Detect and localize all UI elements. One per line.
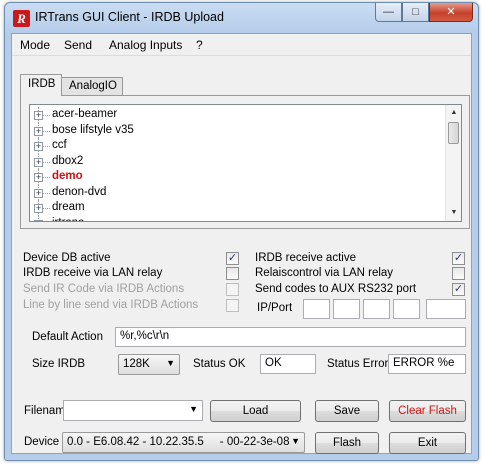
tab-irdb[interactable]: IRDB [20, 74, 62, 96]
client-area: Mode Send Analog Inputs ? IRDB AnalogIO … [11, 33, 472, 454]
chevron-down-icon: ▼ [291, 436, 300, 446]
menu-help[interactable]: ? [196, 38, 203, 52]
checkmark-icon: ✓ [453, 283, 464, 295]
status-error-label: Status Error [327, 358, 389, 370]
title-bar[interactable]: R IRTrans GUI Client - IRDB Upload — □ ✕ [5, 3, 478, 33]
minimize-button[interactable]: — [375, 3, 402, 22]
irdb-tab-panel: + acer-beamer + bose lifstyle v35 + ccf + db… [20, 95, 470, 229]
irtrans-logo-icon[interactable]: R [13, 10, 30, 27]
close-icon: ✕ [446, 6, 456, 18]
status-error-input[interactable]: ERROR %e [388, 354, 466, 374]
send-ir-code-checkbox[interactable] [226, 283, 239, 296]
checkmark-icon: ✓ [227, 252, 238, 264]
relaiscontrol-checkbox[interactable] [452, 267, 465, 280]
tree-item-selected[interactable]: + demo [30, 169, 445, 185]
expand-icon[interactable]: + [34, 173, 43, 182]
caption-buttons: — □ ✕ [375, 3, 473, 23]
send-codes-aux-label: Send codes to AUX RS232 port [255, 283, 417, 295]
default-action-input[interactable]: %r,%c\r\n [115, 327, 466, 347]
irdb-receive-active-label: IRDB receive active [255, 252, 356, 264]
tree-item[interactable]: + bose lifstyle v35 [30, 122, 445, 138]
status-ok-label: Status OK [193, 358, 246, 370]
checkmark-icon: ✓ [453, 252, 464, 264]
tree-item[interactable]: + dream [30, 200, 445, 216]
chevron-down-icon: ▼ [166, 358, 175, 368]
menu-send[interactable]: Send [64, 38, 92, 52]
clear-flash-button[interactable]: Clear Flash [389, 400, 466, 422]
chevron-down-icon: ▼ [189, 404, 198, 414]
filename-dropdown[interactable]: ▼ [63, 400, 203, 421]
expand-icon[interactable]: + [34, 157, 43, 167]
minimize-icon: — [383, 6, 394, 18]
scroll-up-icon[interactable]: ▲ [446, 105, 461, 121]
tree-item[interactable]: + dbox2 [30, 153, 445, 169]
scroll-down-icon[interactable]: ▼ [446, 205, 461, 221]
device-db-active-label: Device DB active [23, 252, 111, 264]
ip-octet-3-input[interactable] [363, 299, 390, 319]
exit-button[interactable]: Exit [389, 432, 466, 454]
tree-item[interactable]: +irtrans [30, 215, 445, 221]
tree-scrollbar[interactable]: ▲ ▼ [445, 105, 461, 221]
irdb-receive-active-checkbox[interactable]: ✓ [452, 252, 465, 265]
load-button[interactable]: Load [210, 400, 301, 422]
device-dropdown[interactable]: 0.0 - E6.08.42 - 10.22.35.5 - 00-22-3e-0… [62, 432, 305, 453]
scroll-thumb[interactable] [448, 122, 459, 144]
menu-mode[interactable]: Mode [20, 38, 50, 52]
ip-octet-1-input[interactable] [303, 299, 330, 319]
status-ok-input[interactable]: OK [260, 354, 316, 374]
irdb-receive-lan-relay-label: IRDB receive via LAN relay [23, 267, 163, 279]
menu-analog-inputs[interactable]: Analog Inputs [109, 38, 182, 52]
relaiscontrol-label: Relaiscontrol via LAN relay [255, 267, 394, 279]
size-irdb-value: 128K [123, 358, 150, 370]
window-title: IRTrans GUI Client - IRDB Upload [35, 10, 224, 24]
expand-icon[interactable]: + [34, 111, 43, 120]
expand-icon[interactable]: + [34, 219, 43, 221]
expand-icon[interactable]: + [34, 188, 43, 198]
default-action-label: Default Action [32, 331, 103, 343]
send-ir-code-label: Send IR Code via IRDB Actions [23, 283, 185, 295]
app-window: R IRTrans GUI Client - IRDB Upload — □ ✕… [4, 2, 479, 461]
tree-item[interactable]: + acer-beamer [30, 107, 445, 123]
tab-analogio[interactable]: AnalogIO [61, 77, 123, 96]
expand-icon[interactable]: + [34, 204, 43, 213]
device-tree-list: + acer-beamer + bose lifstyle v35 + ccf + db… [30, 107, 445, 221]
size-irdb-dropdown[interactable]: 128K ▼ [118, 354, 180, 375]
line-by-line-checkbox[interactable] [226, 299, 239, 312]
line-by-line-label: Line by line send via IRDB Actions [23, 299, 199, 311]
maximize-button[interactable]: □ [402, 3, 429, 22]
device-tree[interactable]: + acer-beamer + bose lifstyle v35 + ccf + db… [29, 104, 462, 222]
size-irdb-label: Size IRDB [32, 358, 86, 370]
expand-icon[interactable]: + [34, 142, 43, 151]
ip-octet-2-input[interactable] [333, 299, 360, 319]
device-db-active-checkbox[interactable]: ✓ [226, 252, 239, 265]
ip-port-label: IP/Port [257, 302, 293, 314]
close-button[interactable]: ✕ [429, 3, 473, 22]
device-value: 0.0 - E6.08.42 - 10.22.35.5 - 00-22-3e-0… [67, 436, 290, 448]
filename-label: Filenam [24, 405, 65, 417]
menu-bar: Mode Send Analog Inputs ? [12, 34, 471, 56]
tree-item[interactable]: + ccf [30, 138, 445, 154]
flash-button[interactable]: Flash [315, 432, 379, 454]
save-button[interactable]: Save [315, 400, 379, 422]
ip-octet-4-input[interactable] [393, 299, 420, 319]
maximize-icon: □ [412, 6, 419, 18]
device-label: Device [24, 436, 60, 448]
port-input[interactable] [426, 299, 466, 319]
tree-item[interactable]: + denon-dvd [30, 184, 445, 200]
expand-icon[interactable]: + [34, 126, 43, 136]
irdb-receive-lan-relay-checkbox[interactable] [226, 267, 239, 280]
send-codes-aux-checkbox[interactable]: ✓ [452, 283, 465, 296]
